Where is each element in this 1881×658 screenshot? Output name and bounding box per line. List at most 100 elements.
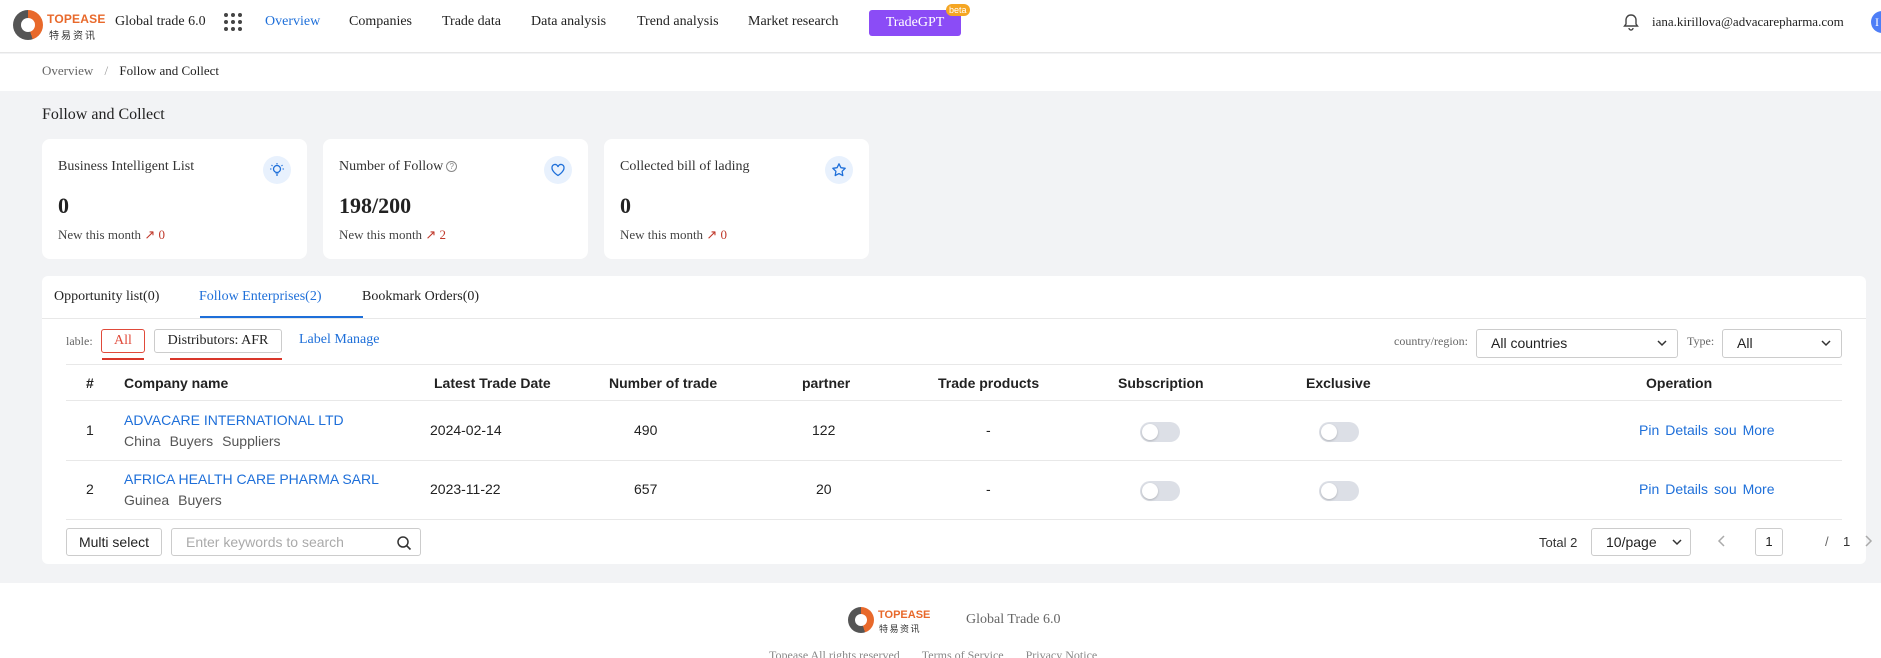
col-partner: partner [802,375,851,391]
privacy-link[interactable]: Privacy Notice [1026,648,1098,658]
terms-link[interactable]: Terms of Service [922,648,1004,658]
tag-role: Suppliers [222,433,281,449]
col-latest-trade-date: Latest Trade Date [434,375,551,391]
label-manage-link[interactable]: Label Manage [299,332,379,348]
col-company-name: Company name [124,375,229,391]
pin-link[interactable]: Pin [1639,481,1659,497]
label-filter-prefix: lable: [66,334,93,348]
partner-count: 20 [816,481,832,497]
footer-logo-subtext: 特易资讯 [879,625,922,635]
exclusive-toggle[interactable] [1319,481,1359,501]
nav-companies[interactable]: Companies [349,14,412,30]
apps-grid-icon[interactable] [224,13,242,31]
card-new-this-month: New this month ↗ 0 [58,227,165,243]
card-number-of-follow[interactable]: Number of Follow? 198/200 New this month… [323,139,588,259]
total-count: Total 2 [1539,535,1578,550]
tab-bookmark-orders[interactable]: Bookmark Orders(0) [362,289,479,305]
number-of-trade: 490 [634,422,658,438]
trade-products: - [986,422,991,438]
partner-count: 122 [812,422,836,438]
country-filter-label: country/region: [1394,334,1468,348]
footer-logo: TOPEASE 特易资讯 [848,605,931,635]
footer-links: Topease All rights reserved Terms of Serv… [769,648,1119,658]
page-separator: / [1825,534,1829,549]
prev-page-icon[interactable] [1716,534,1728,548]
subscription-toggle[interactable] [1140,422,1180,442]
new-value: 0 [720,227,727,242]
pin-link[interactable]: Pin [1639,422,1659,438]
follow-panel: Opportunity list(0) Follow Enterprises(2… [42,276,1873,564]
col-exclusive: Exclusive [1306,375,1371,391]
card-title-text: Number of Follow [339,159,444,174]
chip-underline [170,358,282,360]
card-collected-bill-of-lading[interactable]: Collected bill of lading 0 New this mont… [604,139,869,259]
latest-trade-date: 2024-02-14 [430,422,502,438]
company-name-link[interactable]: AFRICA HEALTH CARE PHARMA SARL [124,471,379,487]
card-new-this-month: New this month ↗ 2 [339,227,446,243]
details-link[interactable]: Details [1665,481,1708,497]
sou-link[interactable]: sou [1714,481,1737,497]
multi-select-button[interactable]: Multi select [66,528,162,556]
logo-subtext: 特易资讯 [49,31,97,42]
search-box [171,528,421,556]
nav-trade-data[interactable]: Trade data [442,14,501,30]
table-header: # Company name Latest Trade Date Number … [66,364,1842,401]
country-select[interactable]: All countries [1476,329,1678,358]
nav-overview[interactable]: Overview [265,14,320,30]
tab-bar: Opportunity list(0) Follow Enterprises(2… [42,276,1866,319]
help-icon[interactable]: ? [446,161,458,172]
page-size-select[interactable]: 10/page [1591,528,1691,556]
card-value: 198/200 [339,193,412,218]
breadcrumb-current: Follow and Collect [119,63,220,78]
row-index: 1 [86,422,94,438]
next-page-icon[interactable] [1862,534,1874,548]
nav-data-analysis[interactable]: Data analysis [531,14,606,30]
product-name: Global trade 6.0 [115,14,206,29]
footer-logo-text: TOPEASE [878,609,931,621]
breadcrumb-separator: / [104,63,109,78]
card-title: Number of Follow? [339,159,458,175]
breadcrumb-overview[interactable]: Overview [42,63,93,78]
card-value: 0 [620,193,631,218]
search-input[interactable] [186,529,396,555]
type-select[interactable]: All [1722,329,1842,358]
label-chip-distributors[interactable]: Distributors: AFR [154,329,282,353]
trend-up-icon: ↗ [144,227,156,242]
nav-trend-analysis[interactable]: Trend analysis [637,14,719,30]
bell-icon[interactable] [1622,13,1640,31]
table-row: 1 ADVACARE INTERNATIONAL LTD China Buyers… [66,402,1842,461]
nav-market-research[interactable]: Market research [748,14,839,30]
subscription-toggle[interactable] [1140,481,1180,501]
label-chip-all[interactable]: All [101,329,145,353]
more-link[interactable]: More [1743,422,1775,438]
card-business-intelligent-list[interactable]: Business Intelligent List 0 New this mon… [42,139,307,259]
topease-logo[interactable]: TOPEASE 特易资讯 [13,8,105,42]
new-label: New this month [620,227,704,242]
card-new-this-month: New this month ↗ 0 [620,227,727,243]
tag-country: China [124,433,161,449]
row-operations: Pin Details sou More [1639,422,1781,438]
tab-follow-enterprises[interactable]: Follow Enterprises(2) [199,289,321,305]
search-icon[interactable] [396,535,412,551]
current-page[interactable]: 1 [1755,528,1783,556]
latest-trade-date: 2023-11-22 [430,481,501,497]
avatar[interactable]: I [1871,11,1881,33]
card-title: Collected bill of lading [620,159,750,174]
new-value: 2 [439,227,446,242]
sou-link[interactable]: sou [1714,422,1737,438]
row-operations: Pin Details sou More [1639,481,1781,497]
company-name-link[interactable]: ADVACARE INTERNATIONAL LTD [124,412,344,428]
row-index: 2 [86,481,94,497]
type-filter-label: Type: [1687,334,1715,348]
user-email[interactable]: iana.kirillova@advacarepharma.com [1652,14,1844,30]
breadcrumb: Overview / Follow and Collect [42,63,219,79]
tag-role: Buyers [178,492,222,508]
exclusive-toggle[interactable] [1319,422,1359,442]
table-row: 2 AFRICA HEALTH CARE PHARMA SARL Guinea B… [66,461,1842,520]
details-link[interactable]: Details [1665,422,1708,438]
beta-badge: beta [946,4,970,16]
top-nav: TOPEASE 特易资讯 Global trade 6.0 Overview C… [0,0,1881,53]
more-link[interactable]: More [1743,481,1775,497]
tab-opportunity-list[interactable]: Opportunity list(0) [54,289,159,305]
logo-mark-icon [13,10,43,40]
